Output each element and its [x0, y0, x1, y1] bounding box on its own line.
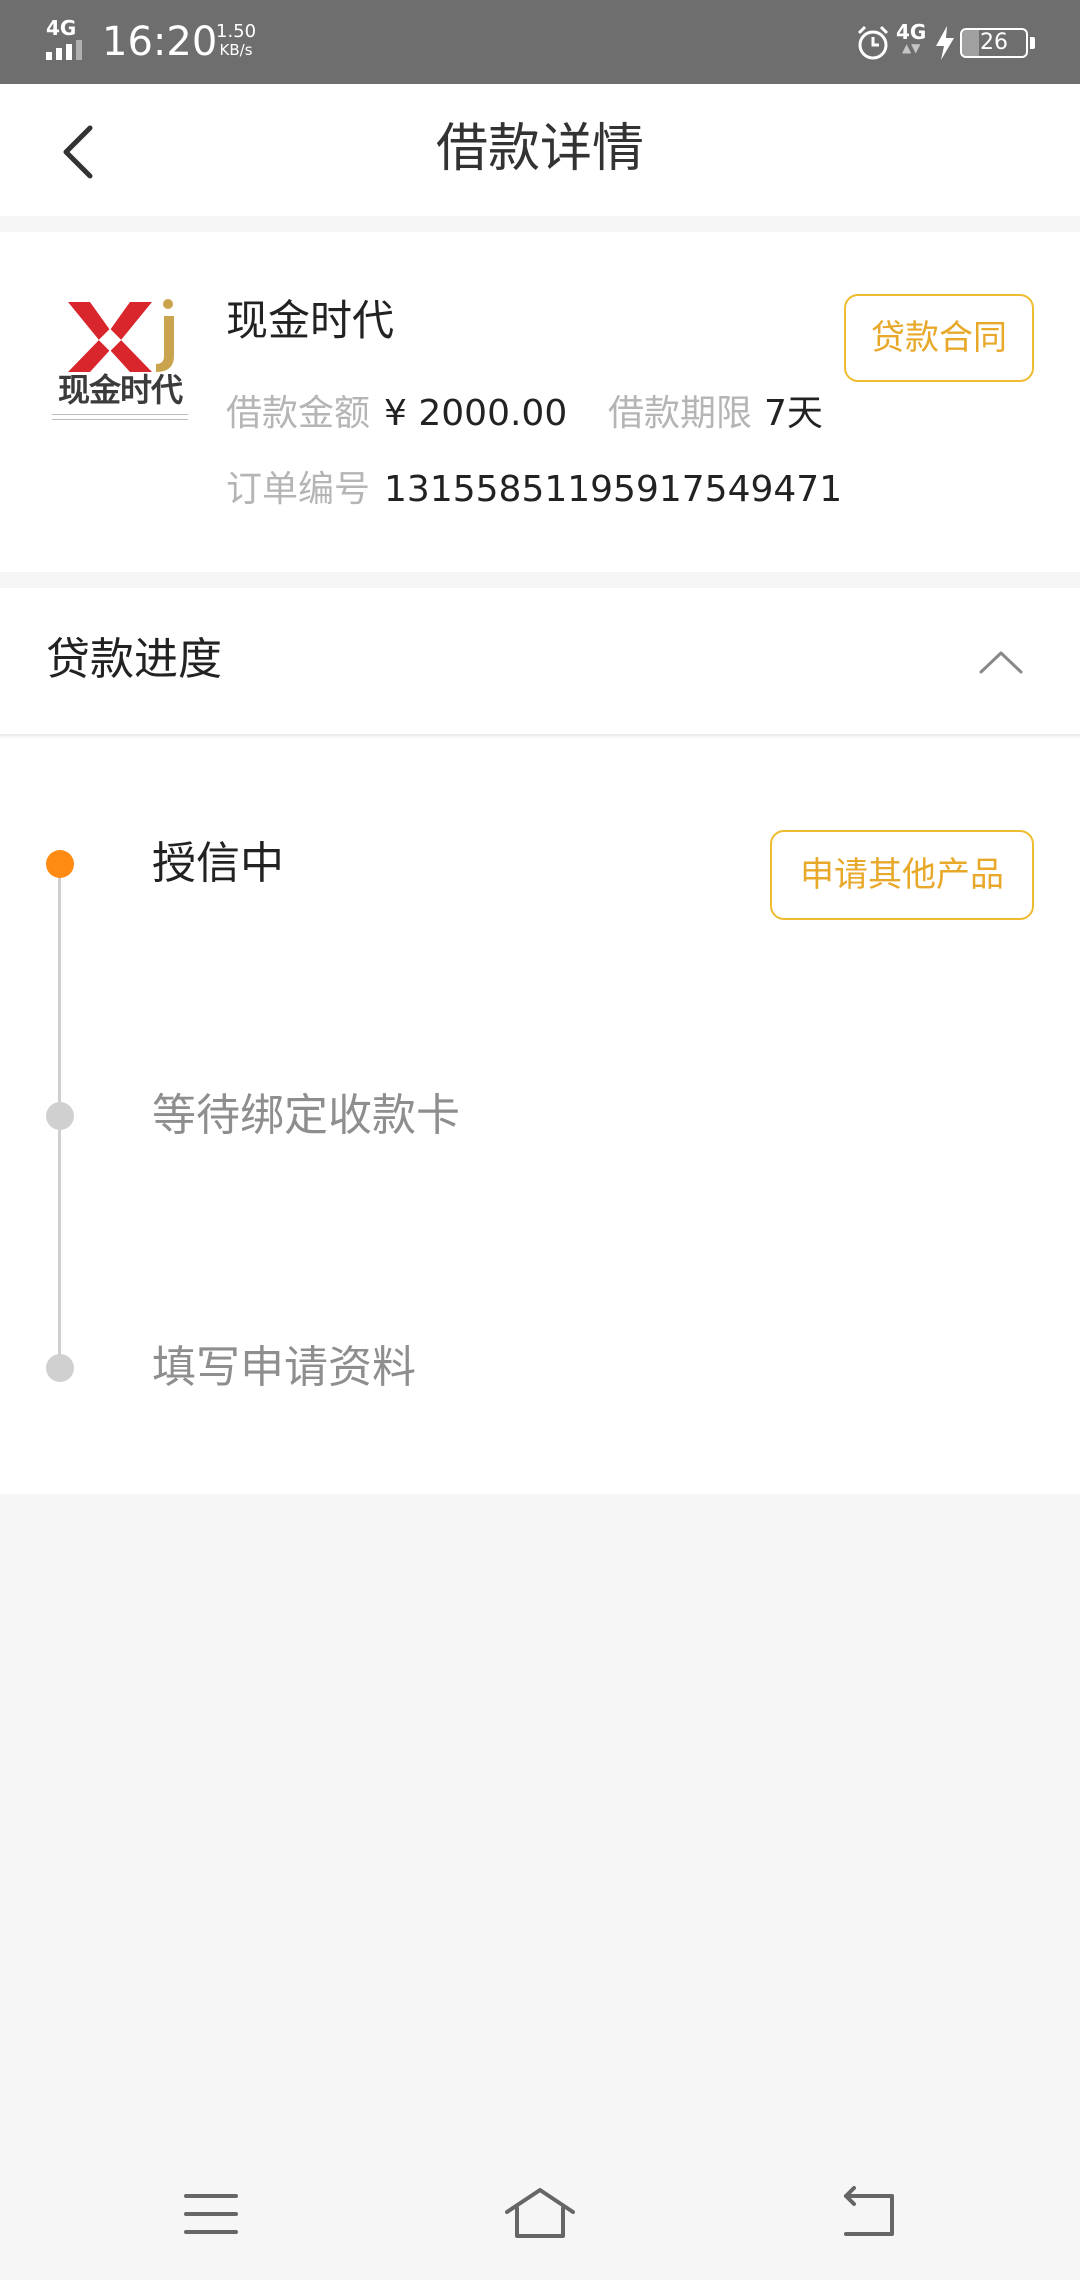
signal-icon: 4G [46, 18, 92, 60]
loan-term-row: 借款期限 7天 [608, 390, 823, 438]
alarm-icon [857, 25, 889, 60]
status-time: 16:20 [102, 19, 218, 65]
order-number-label: 订单编号 [226, 469, 371, 510]
order-number-row: 订单编号 1315585119591754947​1 [226, 466, 842, 514]
network-speed: 1.50 KB/s [216, 22, 256, 60]
network-type: 4G [46, 16, 77, 40]
data-arrows-icon: ▲▼ [901, 41, 921, 55]
progress-title: 贷款进度 [46, 634, 222, 685]
progress-timeline: 授信中 申请其他产品 等待绑定收款卡 填写申请资料 [0, 738, 1080, 1494]
product-name: 现金时代 [226, 296, 395, 345]
apply-other-product-button[interactable]: 申请其他产品 [770, 830, 1034, 920]
brand-logo: 现金时代 [46, 294, 194, 424]
menu-icon[interactable] [166, 2178, 256, 2250]
battery-level: 26 [980, 30, 1008, 55]
home-icon[interactable] [495, 2178, 585, 2250]
xj-logo-mark [68, 299, 174, 372]
loan-amount-value: ¥ 2000.00 [384, 393, 568, 434]
page-header: 借款详情 [0, 84, 1080, 216]
step-dot-pending [46, 1102, 74, 1130]
step-label: 填写申请资料 [152, 1342, 416, 1393]
step-label: 等待绑定收款卡 [152, 1090, 460, 1141]
page-title: 借款详情 [435, 119, 644, 179]
loan-amount-row: 借款金额 ¥ 2000.00 [226, 390, 567, 438]
loan-term-label: 借款期限 [608, 393, 753, 434]
system-nav-bar [0, 2150, 1080, 2280]
battery-icon: 26 [960, 28, 1028, 58]
progress-section-header[interactable]: 贷款进度 [0, 588, 1080, 736]
status-bar: 4G 16:20 1.50 KB/s 4G ▲▼ 26 [0, 0, 1080, 84]
loan-term-value: 7天 [764, 393, 823, 434]
network-type-secondary: 4G ▲▼ [896, 22, 926, 54]
step-dot-active [46, 850, 74, 878]
back-arrow-icon[interactable] [824, 2178, 914, 2250]
chevron-up-icon[interactable] [978, 648, 1024, 676]
loan-info-card: 现金时代 现金时代 借款金额 ¥ 2000.00 借款期限 7天 订单编号 13155… [0, 232, 1080, 572]
charging-icon [936, 26, 954, 60]
speed-unit: KB/s [219, 41, 253, 59]
loan-contract-button[interactable]: 贷款合同 [844, 294, 1034, 382]
logo-text: 现金时代 [57, 371, 183, 409]
speed-value: 1.50 [216, 21, 257, 42]
battery-cap [1030, 37, 1035, 49]
order-number-value: 1315585119591754947​1 [384, 469, 843, 510]
step-dot-pending [46, 1354, 74, 1382]
step-label: 授信中 [152, 838, 284, 889]
logo-underline [52, 414, 188, 420]
loan-amount-label: 借款金额 [226, 393, 371, 434]
